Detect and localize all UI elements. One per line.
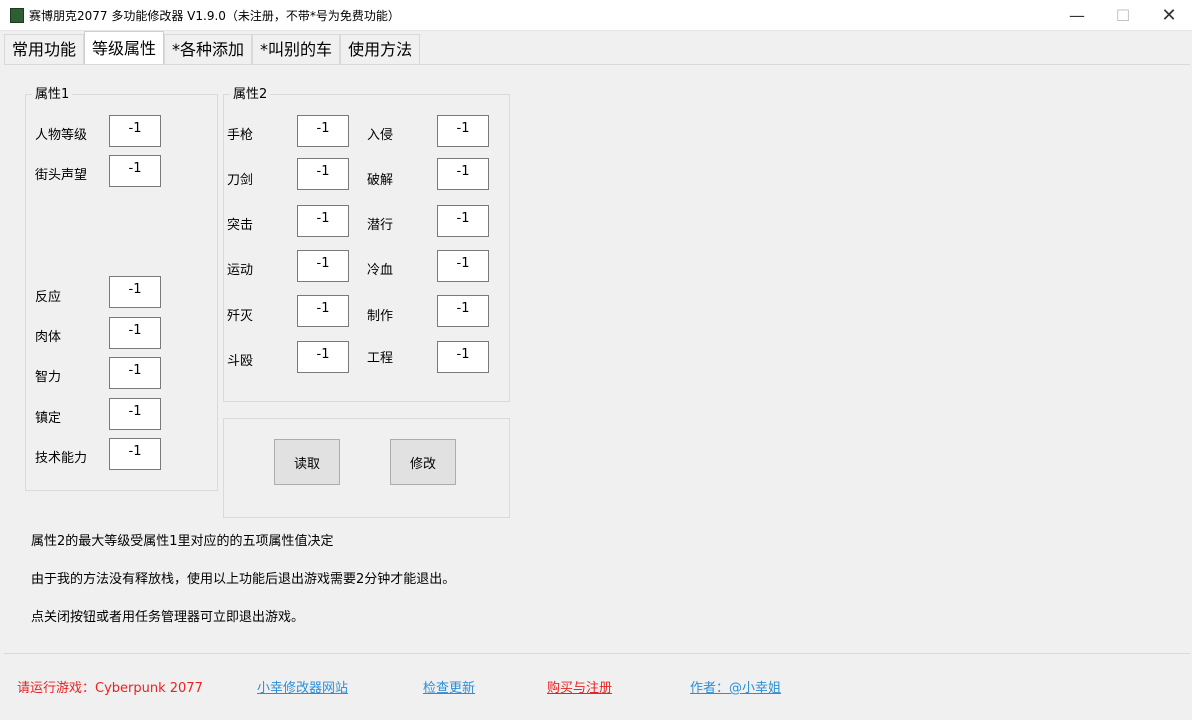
maximize-button[interactable]: ☐ [1100, 0, 1146, 30]
field-label: 镇定 [35, 411, 62, 426]
engineering-input[interactable]: -1 [437, 341, 489, 373]
title-bar: 赛博朋克2077 多功能修改器 V1.9.0（未注册，不带*号为免费功能） — … [0, 0, 1192, 31]
app-icon [10, 8, 24, 23]
cool-input[interactable]: -1 [109, 398, 161, 430]
close-button[interactable]: ✕ [1146, 0, 1192, 30]
breach-protocol-input[interactable]: -1 [437, 115, 489, 147]
quickhacking-input[interactable]: -1 [437, 158, 489, 190]
field-label: 入侵 [367, 128, 394, 143]
modify-button[interactable]: 修改 [390, 439, 456, 485]
field-label: 制作 [367, 309, 394, 324]
character-level-input[interactable]: -1 [109, 115, 161, 147]
field-label: 工程 [367, 351, 394, 366]
field-label: 潜行 [367, 218, 394, 233]
note-text: 由于我的方法没有释放栈，使用以上功能后退出游戏需要2分钟才能退出。 [31, 572, 456, 587]
game-status-text: 请运行游戏：Cyberpunk 2077 [17, 681, 203, 696]
reflexes-input[interactable]: -1 [109, 276, 161, 308]
field-label: 突击 [227, 218, 254, 233]
field-label: 破解 [367, 173, 394, 188]
athletics-input[interactable]: -1 [297, 250, 349, 282]
field-label: 刀剑 [227, 173, 254, 188]
field-label: 歼灭 [227, 309, 254, 324]
annihilation-input[interactable]: -1 [297, 295, 349, 327]
street-cred-input[interactable]: -1 [109, 155, 161, 187]
handguns-input[interactable]: -1 [297, 115, 349, 147]
street-brawler-input[interactable]: -1 [297, 341, 349, 373]
blades-input[interactable]: -1 [297, 158, 349, 190]
field-label: 技术能力 [35, 451, 88, 466]
crafting-input[interactable]: -1 [437, 295, 489, 327]
field-label: 斗殴 [227, 354, 254, 369]
assault-input[interactable]: -1 [297, 205, 349, 237]
tab-add-items[interactable]: *各种添加 [164, 34, 253, 65]
field-label: 手枪 [227, 128, 254, 143]
group-title: 属性1 [32, 87, 73, 102]
field-label: 智力 [35, 370, 62, 385]
intelligence-input[interactable]: -1 [109, 357, 161, 389]
window-title: 赛博朋克2077 多功能修改器 V1.9.0（未注册，不带*号为免费功能） [29, 9, 400, 23]
field-label: 冷血 [367, 263, 394, 278]
field-label: 反应 [35, 290, 62, 305]
tab-strip: 常用功能 等级属性 *各种添加 *叫别的车 使用方法 [4, 31, 421, 65]
cold-blood-input[interactable]: -1 [437, 250, 489, 282]
field-label: 运动 [227, 263, 254, 278]
actions-group [223, 418, 510, 518]
field-label: 人物等级 [35, 128, 88, 143]
field-label: 街头声望 [35, 168, 88, 183]
minimize-button[interactable]: — [1054, 0, 1100, 30]
technical-ability-input[interactable]: -1 [109, 438, 161, 470]
read-button[interactable]: 读取 [274, 439, 340, 485]
author-link[interactable]: 作者：@小幸姐 [690, 677, 781, 696]
tab-common-functions[interactable]: 常用功能 [4, 34, 85, 65]
tab-usage[interactable]: 使用方法 [340, 34, 421, 65]
group-title: 属性2 [230, 87, 271, 102]
stealth-input[interactable]: -1 [437, 205, 489, 237]
tab-call-vehicles[interactable]: *叫别的车 [252, 34, 341, 65]
tab-level-attributes[interactable]: 等级属性 [84, 31, 165, 65]
website-link[interactable]: 小幸修改器网站 [257, 677, 348, 696]
field-label: 肉体 [35, 330, 62, 345]
note-text: 点关闭按钮或者用任务管理器可立即退出游戏。 [31, 610, 305, 625]
check-update-link[interactable]: 检查更新 [423, 677, 475, 696]
footer-divider [4, 653, 1190, 654]
buy-register-link[interactable]: 购买与注册 [547, 677, 612, 696]
body-input[interactable]: -1 [109, 317, 161, 349]
note-text: 属性2的最大等级受属性1里对应的的五项属性值决定 [31, 534, 334, 549]
